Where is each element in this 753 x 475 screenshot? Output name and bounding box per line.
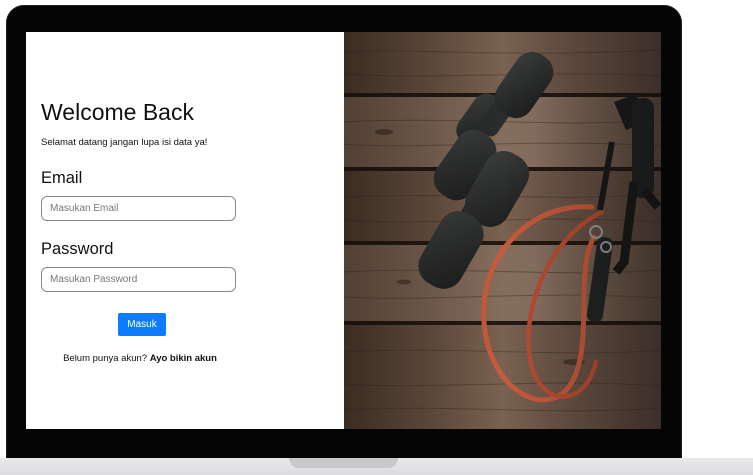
hero-image xyxy=(344,32,661,429)
signup-link[interactable]: Ayo bikin akun xyxy=(150,353,217,364)
login-button[interactable]: Masuk xyxy=(118,313,166,336)
email-label: Email xyxy=(41,169,83,187)
password-input[interactable] xyxy=(41,267,236,292)
signup-prompt: Belum punya akun? xyxy=(63,353,148,364)
page: Welcome Back Selamat datang jangan lupa … xyxy=(0,0,753,475)
page-title: Welcome Back xyxy=(41,99,194,125)
laptop-screen: Welcome Back Selamat datang jangan lupa … xyxy=(26,32,661,429)
fitness-photo xyxy=(344,32,661,429)
login-panel: Welcome Back Selamat datang jangan lupa … xyxy=(26,32,344,429)
signup-line: Belum punya akun? Ayo bikin akun xyxy=(26,353,254,364)
laptop-notch xyxy=(289,458,398,468)
email-input[interactable] xyxy=(41,196,236,221)
welcome-subtitle: Selamat datang jangan lupa isi data ya! xyxy=(41,137,208,148)
password-label: Password xyxy=(41,240,114,258)
